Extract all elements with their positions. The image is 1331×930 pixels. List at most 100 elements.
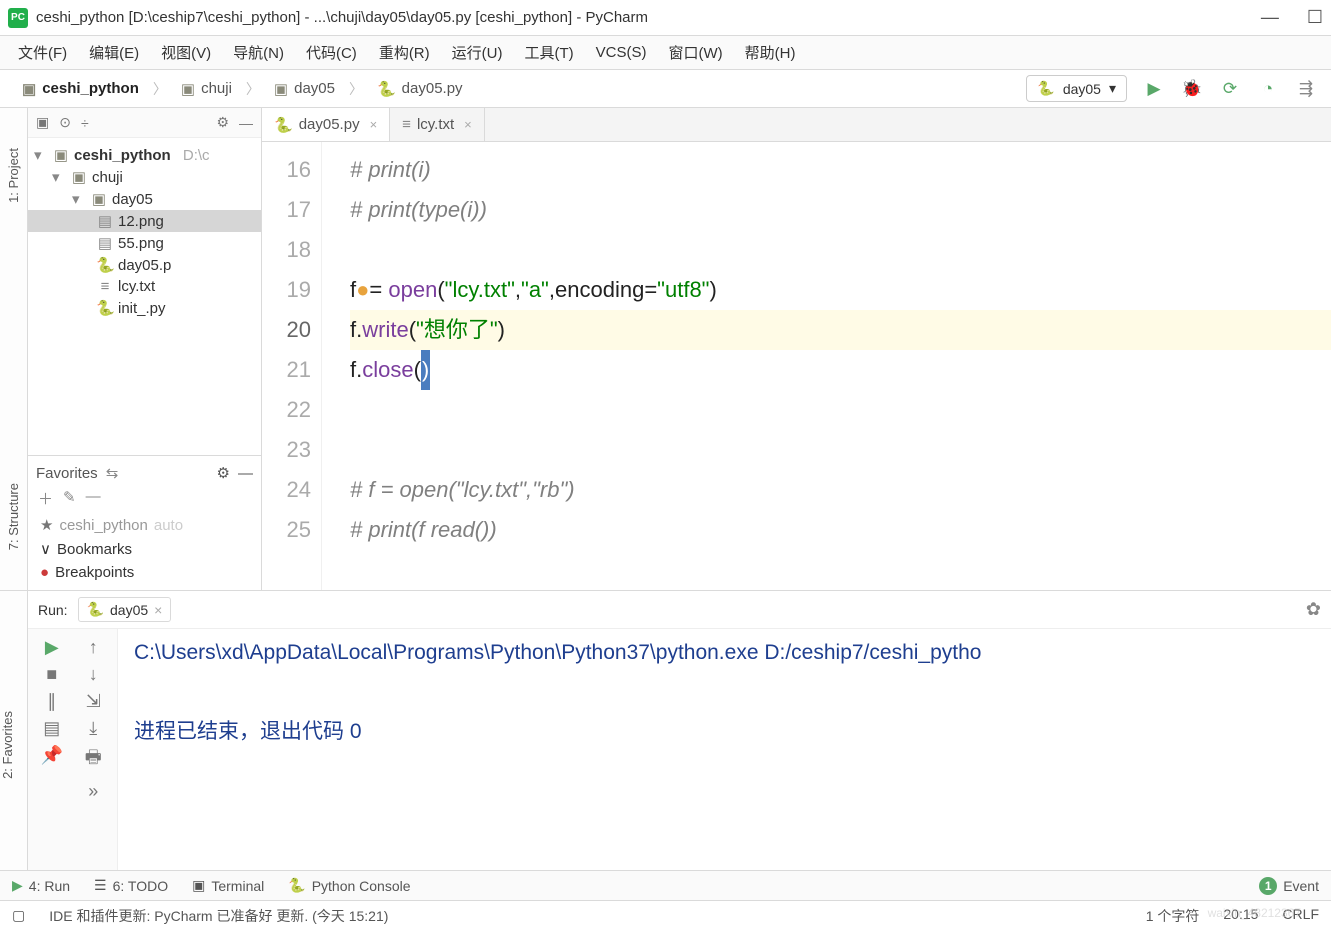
wrap-icon[interactable]: ⇲	[76, 691, 112, 712]
menu-edit[interactable]: 编辑(E)	[89, 42, 139, 63]
console-output[interactable]: C:\Users\xd\AppData\Local\Programs\Pytho…	[118, 629, 1331, 870]
tw-python-console[interactable]: 🐍Python Console	[288, 877, 410, 894]
maximize-button[interactable]: ☐	[1307, 7, 1323, 28]
close-icon[interactable]: ×	[154, 602, 162, 618]
breadcrumb-chuji[interactable]: ▣ chuji	[173, 77, 240, 101]
folder-icon: ▣	[274, 80, 288, 98]
line-number: 21	[262, 350, 311, 390]
tree-dir-chuji[interactable]: ▾▣ chuji	[28, 166, 261, 188]
folder-icon: ▣	[22, 80, 36, 98]
remove-favorite-icon[interactable]: —	[86, 488, 101, 509]
tree-label: 55.png	[118, 235, 164, 252]
tree-root[interactable]: ▾▣ ceshi_python D:\c	[28, 144, 261, 166]
status-square-icon[interactable]: ▢	[12, 907, 25, 924]
breadcrumb-label: day05.py	[402, 80, 463, 97]
favorite-label: ceshi_python	[59, 517, 147, 534]
edit-favorite-icon[interactable]: ✎	[63, 488, 76, 509]
menu-code[interactable]: 代码(C)	[306, 42, 357, 63]
stop-icon[interactable]: ■	[34, 664, 70, 685]
run-tab[interactable]: 🐍 day05 ×	[78, 597, 172, 622]
code-editor[interactable]: 16 17 18 19 20 21 22 23 24 25 # print(i)…	[262, 142, 1331, 590]
menu-run[interactable]: 运行(U)	[452, 42, 503, 63]
console-line: 进程已结束，退出代码 0	[134, 715, 1315, 745]
tw-run[interactable]: ▶4: Run	[12, 877, 70, 894]
minimize-button[interactable]: —	[1261, 7, 1279, 28]
favorite-bookmarks[interactable]: ∨Bookmarks	[36, 537, 253, 561]
menu-vcs[interactable]: VCS(S)	[596, 44, 647, 61]
code-str: "想你了"	[416, 317, 498, 342]
debug-button[interactable]: 🐞	[1181, 79, 1203, 99]
tree-dir-day05[interactable]: ▾▣ day05	[28, 188, 261, 210]
editor-tab-lcytxt[interactable]: ≡ lcy.txt ×	[390, 108, 485, 141]
hide-icon[interactable]: —	[239, 115, 253, 131]
favorite-project[interactable]: ★ ceshi_python auto	[36, 513, 253, 537]
code-op: (	[409, 317, 416, 342]
run-config-selector[interactable]: 🐍 day05 ▾	[1026, 75, 1127, 102]
collapse-icon[interactable]: ÷	[81, 115, 89, 131]
scroll-icon[interactable]: ⊙	[59, 114, 71, 131]
rail-structure[interactable]: 7: Structure	[6, 483, 21, 550]
tw-label: 6: TODO	[113, 878, 169, 894]
line-number: 23	[262, 430, 311, 470]
rerun-icon[interactable]: ▶	[34, 637, 70, 658]
python-icon: 🐍	[87, 601, 104, 618]
tw-todo[interactable]: ☰6: TODO	[94, 877, 168, 894]
gear-icon[interactable]: ⚙	[217, 464, 230, 482]
scroll-end-icon[interactable]: ⤓	[76, 718, 112, 739]
menu-tools[interactable]: 工具(T)	[524, 42, 573, 63]
add-favorite-icon[interactable]: ＋	[38, 488, 53, 509]
pause-icon[interactable]: ∥	[34, 691, 70, 712]
menu-file[interactable]: 文件(F)	[18, 42, 67, 63]
favorites-panel: Favorites ⇆ ⚙ — ＋ ✎ — ★ ceshi_python aut…	[28, 455, 261, 590]
editor-tabs: 🐍 day05.py × ≡ lcy.txt ×	[262, 108, 1331, 142]
python-icon: 🐍	[1037, 80, 1054, 97]
coverage-button[interactable]: ⟳	[1219, 79, 1241, 99]
code-op: )	[498, 317, 505, 342]
more-icon[interactable]: »	[76, 781, 112, 802]
menu-window[interactable]: 窗口(W)	[668, 42, 722, 63]
line-number: 16	[262, 150, 311, 190]
tw-terminal[interactable]: ▣Terminal	[192, 877, 264, 894]
tw-event-log[interactable]: 1 Event	[1259, 877, 1319, 895]
layout-icon[interactable]: ▤	[34, 718, 70, 739]
tree-file-12png[interactable]: ▤12.png	[28, 210, 261, 232]
menu-refactor[interactable]: 重构(R)	[379, 42, 430, 63]
pin-icon[interactable]: 📌	[34, 745, 70, 775]
menu-navigate[interactable]: 导航(N)	[233, 42, 284, 63]
rail-project[interactable]: 1: Project	[6, 148, 21, 203]
profile-button[interactable]: ◔	[1257, 79, 1279, 99]
favorite-label: Bookmarks	[57, 541, 132, 558]
tree-file-init[interactable]: 🐍init_.py	[28, 297, 261, 319]
search-button[interactable]: ⇶	[1295, 79, 1317, 99]
menu-help[interactable]: 帮助(H)	[745, 42, 796, 63]
tree-file-55png[interactable]: ▤55.png	[28, 232, 261, 254]
close-icon[interactable]: ×	[464, 117, 472, 132]
tree-root-path: D:\c	[183, 147, 210, 164]
print-icon[interactable]: 🖶	[76, 745, 112, 775]
project-tree[interactable]: ▾▣ ceshi_python D:\c ▾▣ chuji ▾▣ day05 ▤…	[28, 138, 261, 455]
gear-icon[interactable]: ⚙	[216, 114, 229, 131]
title-bar: PC ceshi_python [D:\ceship7\ceshi_python…	[0, 0, 1331, 36]
up-icon[interactable]: ↑	[76, 637, 112, 658]
favorite-breakpoints[interactable]: ●Breakpoints	[36, 561, 253, 584]
tree-file-day05py[interactable]: 🐍day05.p	[28, 254, 261, 276]
pin-icon[interactable]: ⇆	[106, 464, 119, 482]
down-icon[interactable]: ↓	[76, 664, 112, 685]
code-str: "utf8"	[657, 277, 709, 302]
run-button[interactable]: ▶	[1143, 79, 1165, 99]
editor-tab-day05[interactable]: 🐍 day05.py ×	[262, 108, 390, 141]
close-icon[interactable]: ×	[370, 117, 378, 132]
breadcrumb-root[interactable]: ▣ ceshi_python	[14, 77, 147, 101]
breadcrumb-file[interactable]: 🐍 day05.py	[369, 77, 471, 101]
breadcrumb-day05[interactable]: ▣ day05	[266, 77, 343, 101]
code-content[interactable]: # print(i) # print(type(i)) f●= open("lc…	[322, 142, 1331, 590]
text-file-icon: ≡	[402, 116, 411, 133]
rail-favorites[interactable]: 2: Favorites	[0, 711, 15, 779]
hide-icon[interactable]: —	[238, 465, 253, 482]
gear-icon[interactable]: ✿	[1306, 599, 1321, 620]
menu-view[interactable]: 视图(V)	[161, 42, 211, 63]
tree-file-lcytxt[interactable]: ≡lcy.txt	[28, 276, 261, 297]
breadcrumb-label: day05	[294, 80, 335, 97]
line-number: 18	[262, 230, 311, 270]
select-opened-icon[interactable]: ▣	[36, 114, 49, 131]
